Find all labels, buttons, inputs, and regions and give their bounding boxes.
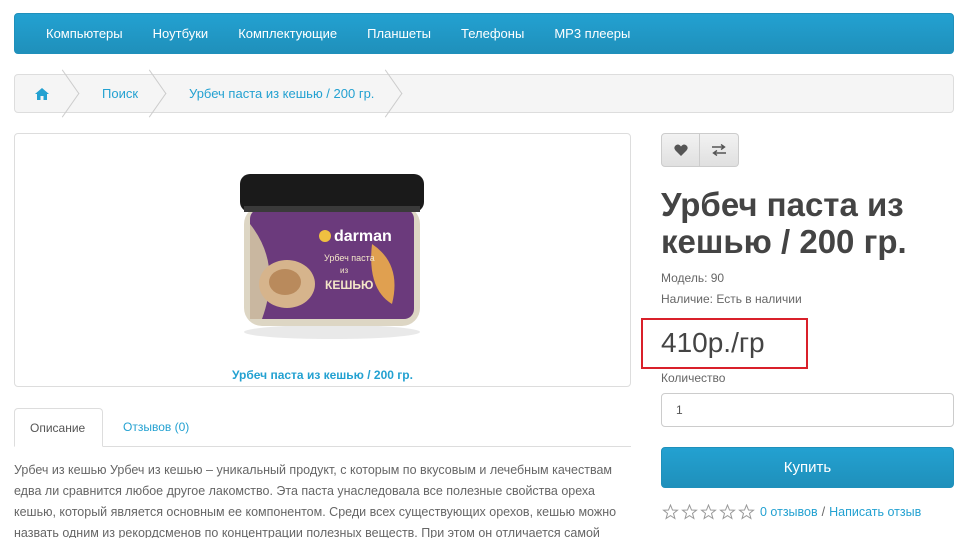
write-review-link[interactable]: Написать отзыв (829, 505, 921, 519)
product-image[interactable]: darman Урбеч паста из КЕШЬЮ (222, 154, 442, 344)
menu-item-tablets[interactable]: Планшеты (352, 13, 446, 54)
product-image-box: darman Урбеч паста из КЕШЬЮ Урбеч паста … (14, 133, 631, 387)
exchange-icon (712, 144, 726, 156)
star-icon (662, 504, 679, 520)
rating-row: 0 отзывов / Написать отзыв (661, 504, 921, 520)
quantity-input[interactable] (661, 393, 954, 427)
top-menu: Компьютеры Ноутбуки Комплектующие Планше… (14, 13, 954, 54)
star-icon (700, 504, 717, 520)
rating-separator: / (821, 505, 826, 519)
quantity-label: Количество (661, 371, 726, 385)
product-description: Урбеч из кешью Урбеч из кешью – уникальн… (14, 463, 617, 538)
product-title: Урбеч паста из кешью / 200 гр. (661, 186, 907, 260)
jar-text-line2: из (340, 266, 348, 275)
menu-item-mp3[interactable]: MP3 плееры (539, 13, 645, 54)
jar-text-line1: Урбеч паста (324, 253, 375, 263)
menu-item-phones[interactable]: Телефоны (446, 13, 539, 54)
product-model: Модель: 90 (661, 271, 725, 285)
product-actions (661, 133, 739, 167)
breadcrumb-product[interactable]: Урбеч паста из кешью / 200 гр. (158, 75, 394, 112)
product-image-caption[interactable]: Урбеч паста из кешью / 200 гр. (15, 368, 630, 382)
home-icon (35, 87, 49, 100)
menu-item-components[interactable]: Комплектующие (223, 13, 352, 54)
wishlist-button[interactable] (661, 133, 700, 167)
breadcrumb: Поиск Урбеч паста из кешью / 200 гр. (14, 74, 954, 113)
star-icon (681, 504, 698, 520)
heart-icon (673, 143, 688, 156)
tab-reviews[interactable]: Отзывов (0) (108, 408, 204, 447)
breadcrumb-home[interactable] (15, 75, 71, 112)
compare-button[interactable] (700, 133, 739, 167)
star-icon (719, 504, 736, 520)
product-tabs: Описание Отзывов (0) (14, 408, 631, 447)
star-icon (738, 504, 755, 520)
breadcrumb-search[interactable]: Поиск (71, 75, 158, 112)
product-price: 410р./гр (661, 327, 765, 358)
reviews-count-link[interactable]: 0 отзывов (760, 505, 818, 519)
tab-description[interactable]: Описание (14, 408, 103, 447)
product-availability: Наличие: Есть в наличии (661, 292, 802, 306)
menu-item-computers[interactable]: Компьютеры (31, 13, 138, 54)
jar-text-line3: КЕШЬЮ (325, 278, 373, 292)
jar-brand: darman (334, 228, 392, 245)
menu-item-laptops[interactable]: Ноутбуки (138, 13, 224, 54)
buy-button[interactable]: Купить (661, 447, 954, 488)
